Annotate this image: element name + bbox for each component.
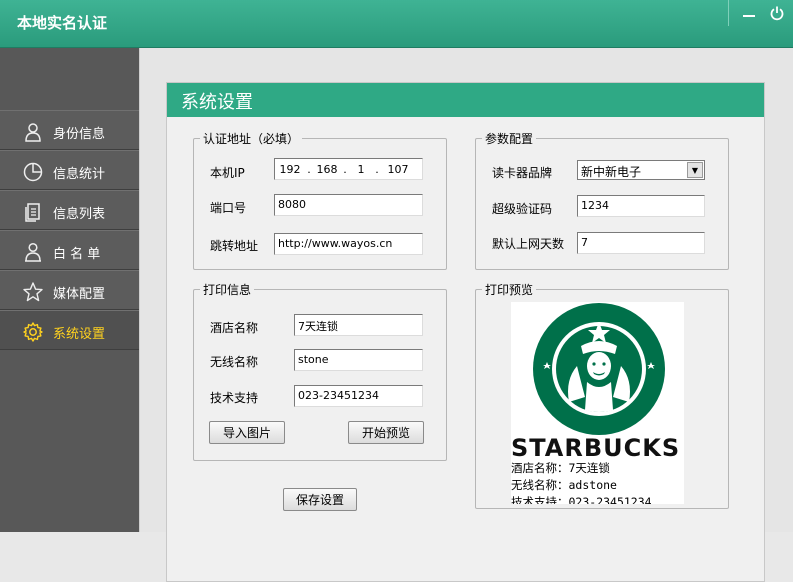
ip-dot: .	[375, 162, 379, 176]
params-legend: 参数配置	[482, 130, 537, 147]
minimize-icon	[743, 15, 755, 17]
starbucks-wordmark: STARBUCKS	[511, 434, 681, 462]
document-list-icon	[25, 203, 40, 222]
port-field[interactable]: 8080	[274, 194, 423, 216]
sidebar-item-label: 媒体配置	[53, 287, 106, 302]
save-settings-button[interactable]: 保存设置	[283, 488, 357, 511]
reader-brand-value: 新中新电子	[581, 165, 642, 179]
ip-dot: .	[307, 162, 311, 176]
preview-hotel-line: 酒店名称：7天连锁	[511, 461, 610, 475]
tech-support-label: 技术支持	[210, 391, 259, 405]
gear-icon	[23, 322, 43, 342]
hotel-name-label: 酒店名称	[210, 321, 259, 335]
print-info-legend: 打印信息	[200, 281, 255, 298]
tech-support-field[interactable]: 023-23451234	[294, 385, 423, 407]
sidebar: 身份信息 信息统计 信息列表 白 名 单 媒体配置 系统设置	[0, 48, 139, 532]
power-button[interactable]	[764, 3, 790, 23]
sidebar-item-list[interactable]: 信息列表	[0, 190, 139, 230]
local-ip-label: 本机IP	[210, 166, 245, 180]
ip-octet-1: 192	[279, 162, 301, 176]
sidebar-item-whitelist[interactable]: 白 名 单	[0, 230, 139, 270]
hotel-name-field[interactable]: 7天连锁	[294, 314, 423, 336]
sidebar-item-statistics[interactable]: 信息统计	[0, 150, 139, 190]
ip-octet-2: 168	[316, 162, 338, 176]
import-image-button[interactable]: 导入图片	[209, 421, 285, 444]
sidebar-item-label: 信息统计	[53, 167, 106, 182]
pie-chart-icon	[23, 162, 43, 182]
sidebar-item-label: 白 名 单	[53, 247, 101, 262]
redirect-url-field[interactable]: http://www.wayos.cn	[274, 233, 423, 255]
chevron-down-icon[interactable]: ▼	[687, 162, 703, 178]
title-bar: 本地实名认证	[0, 0, 793, 48]
preview-text-lines: 酒店名称：7天连锁 无线名称：adstone 技术支持：023-23451234	[511, 460, 652, 504]
sidebar-item-label: 身份信息	[53, 127, 106, 142]
minimize-button[interactable]	[736, 3, 762, 23]
ip-octet-4: 107	[387, 162, 409, 176]
auth-address-legend: 认证地址（必填）	[200, 130, 303, 147]
ip-octet-3: 1	[357, 162, 365, 176]
reader-brand-label: 读卡器品牌	[492, 166, 553, 180]
redirect-url-label: 跳转地址	[210, 239, 259, 253]
sidebar-item-label: 信息列表	[53, 207, 106, 222]
print-preview-area: STARBUCKS 酒店名称：7天连锁 无线名称：adstone 技术支持：02…	[511, 302, 684, 504]
default-days-label: 默认上网天数	[492, 237, 565, 251]
app-title: 本地实名认证	[17, 14, 108, 32]
settings-panel: 系统设置 认证地址（必填） 本机IP 192 . 168 . 1 . 107 端…	[166, 82, 765, 582]
wifi-name-label: 无线名称	[210, 355, 259, 369]
power-icon	[770, 6, 784, 21]
port-label: 端口号	[210, 201, 247, 215]
default-days-field[interactable]: 7	[577, 232, 705, 254]
panel-header: 系统设置	[167, 83, 764, 117]
sidebar-item-settings[interactable]: 系统设置	[0, 310, 139, 350]
person-icon	[25, 123, 41, 142]
content-area: 系统设置 认证地址（必填） 本机IP 192 . 168 . 1 . 107 端…	[139, 48, 793, 582]
ip-dot: .	[343, 162, 347, 176]
sidebar-item-media[interactable]: 媒体配置	[0, 270, 139, 310]
star-icon	[23, 282, 43, 302]
super-code-field[interactable]: 1234	[577, 195, 705, 217]
starbucks-logo	[533, 303, 665, 435]
panel-title: 系统设置	[181, 92, 253, 113]
reader-brand-select[interactable]: 新中新电子 ▼	[577, 160, 705, 180]
wifi-name-field[interactable]: stone	[294, 349, 423, 371]
local-ip-field[interactable]: 192 . 168 . 1 . 107	[274, 158, 423, 180]
sidebar-item-identity[interactable]: 身份信息	[0, 110, 139, 150]
start-preview-button[interactable]: 开始预览	[348, 421, 424, 444]
preview-wifi-line: 无线名称：adstone	[511, 478, 617, 492]
preview-support-line: 技术支持：023-23451234	[511, 495, 652, 504]
super-code-label: 超级验证码	[492, 202, 553, 216]
sidebar-item-label: 系统设置	[53, 327, 106, 342]
window-button-divider	[728, 0, 729, 26]
user-whitelist-icon	[25, 242, 41, 262]
print-preview-legend: 打印预览	[482, 281, 537, 298]
